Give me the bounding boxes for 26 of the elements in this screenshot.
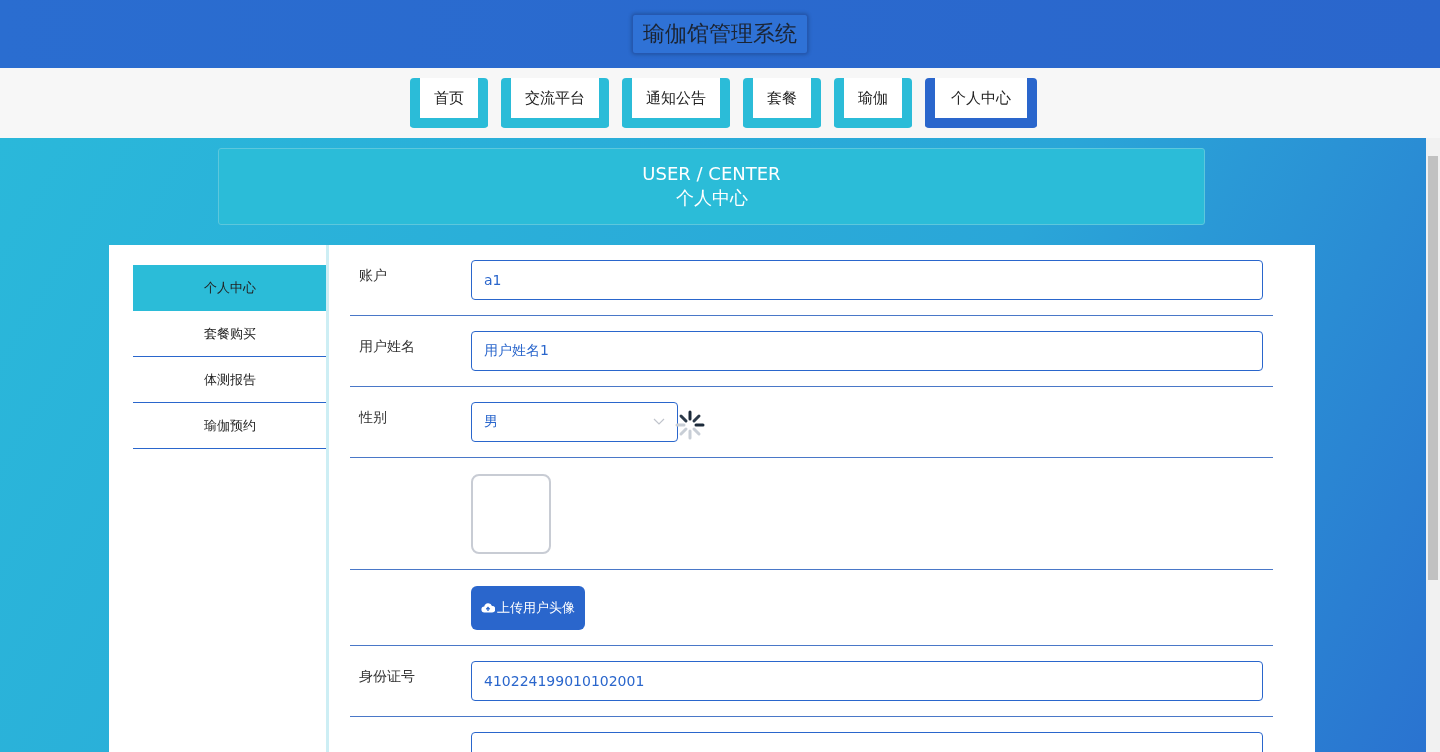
nav-tab[interactable]: 套餐 [742, 78, 821, 128]
nav-tab[interactable]: 交流平台 [500, 78, 609, 128]
sidebar-item[interactable]: 个人中心 [133, 265, 326, 311]
input-field[interactable]: 用户姓名1 [471, 331, 1263, 371]
nav-tab[interactable]: 个人中心 [924, 78, 1037, 128]
field-label: 用户姓名 [359, 338, 415, 354]
input-field[interactable]: 410224199010102001 [471, 661, 1263, 701]
select-field[interactable]: 男 [471, 402, 678, 442]
field-label: 账户 [359, 267, 387, 283]
upload-button[interactable]: 上传用户头像 [471, 585, 585, 630]
nav-tab[interactable]: 首页 [409, 78, 488, 128]
nav-tab[interactable]: 瑜伽 [833, 78, 912, 128]
banner-title: USER / CENTER [642, 163, 781, 184]
chevron-down-icon [653, 418, 665, 426]
site-title: 瑜伽馆管理系统 [632, 14, 808, 54]
sidebar-item[interactable]: 套餐购买 [133, 311, 326, 357]
sidebar-item[interactable]: 瑜伽预约 [133, 403, 326, 449]
field-label: 身份证号 [359, 668, 415, 684]
cloud-upload-icon [481, 602, 495, 613]
scrollbar[interactable] [1426, 138, 1440, 752]
input-field[interactable]: a1 [471, 260, 1263, 300]
scrollbar-thumb[interactable] [1428, 156, 1438, 580]
field-label: 性别 [359, 409, 387, 425]
sidebar-item[interactable]: 体测报告 [133, 357, 326, 403]
nav-tab[interactable]: 通知公告 [621, 78, 730, 128]
banner-subtitle: 个人中心 [675, 186, 748, 210]
